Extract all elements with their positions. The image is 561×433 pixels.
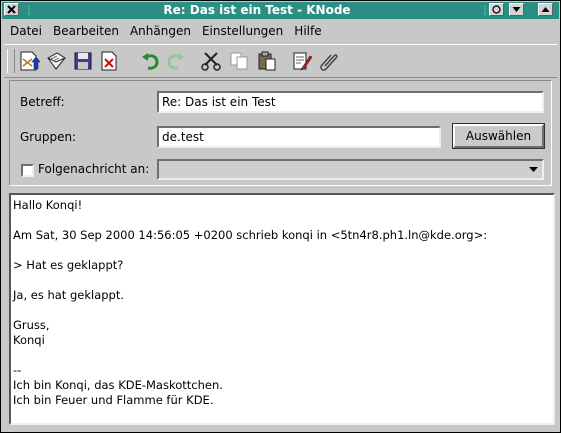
toolbar-grip[interactable] <box>7 49 15 73</box>
menu-anhaengen[interactable]: Anhängen <box>122 24 194 38</box>
followup-label: Folgenachricht an: <box>38 162 150 176</box>
subject-label: Betreff: <box>20 95 65 109</box>
menu-hilfe[interactable]: Hilfe <box>286 24 324 38</box>
header-form: Betreff: Re: Das ist ein Test Gruppen: d… <box>9 80 552 186</box>
redo-icon[interactable] <box>163 48 189 74</box>
followup-combobox[interactable] <box>157 159 544 180</box>
menu-bearbeiten[interactable]: Bearbeiten <box>45 24 122 38</box>
send-now-icon[interactable] <box>16 48 42 74</box>
sticky-icon[interactable] <box>489 3 504 16</box>
menu-bar: Datei Bearbeiten Anhängen Einstellungen … <box>2 20 559 42</box>
send-later-icon[interactable] <box>43 48 69 74</box>
menu-einstellungen[interactable]: Einstellungen <box>194 24 286 38</box>
chevron-down-icon[interactable] <box>527 163 540 176</box>
undo-icon[interactable] <box>137 48 163 74</box>
paste-icon[interactable] <box>254 48 280 74</box>
toolbar <box>4 44 557 78</box>
message-body-editor[interactable]: Hallo Konqi! Am Sat, 30 Sep 2000 14:56:0… <box>9 193 555 425</box>
minimize-icon[interactable] <box>509 3 524 16</box>
close-icon[interactable] <box>4 3 19 16</box>
spellcheck-icon[interactable] <box>289 48 315 74</box>
followup-checkbox[interactable] <box>21 164 34 177</box>
knode-composer-window: Re: Das ist ein Test - KNode Datei Bearb… <box>0 0 561 433</box>
groups-label: Gruppen: <box>20 130 77 144</box>
title-bar[interactable]: Re: Das ist ein Test - KNode <box>2 2 559 19</box>
save-icon[interactable] <box>70 48 96 74</box>
menu-datei[interactable]: Datei <box>2 24 45 38</box>
message-body-text[interactable]: Hallo Konqi! Am Sat, 30 Sep 2000 14:56:0… <box>11 195 553 411</box>
window-title: Re: Das ist ein Test - KNode <box>30 3 484 18</box>
subject-input[interactable]: Re: Das ist ein Test <box>157 91 544 113</box>
groups-input[interactable]: de.test <box>157 126 441 148</box>
choose-groups-button[interactable]: Auswählen <box>453 124 544 148</box>
copy-icon[interactable] <box>226 48 252 74</box>
delete-icon[interactable] <box>96 48 122 74</box>
cut-icon[interactable] <box>198 48 224 74</box>
attach-icon[interactable] <box>316 48 342 74</box>
maximize-icon[interactable] <box>538 3 553 16</box>
